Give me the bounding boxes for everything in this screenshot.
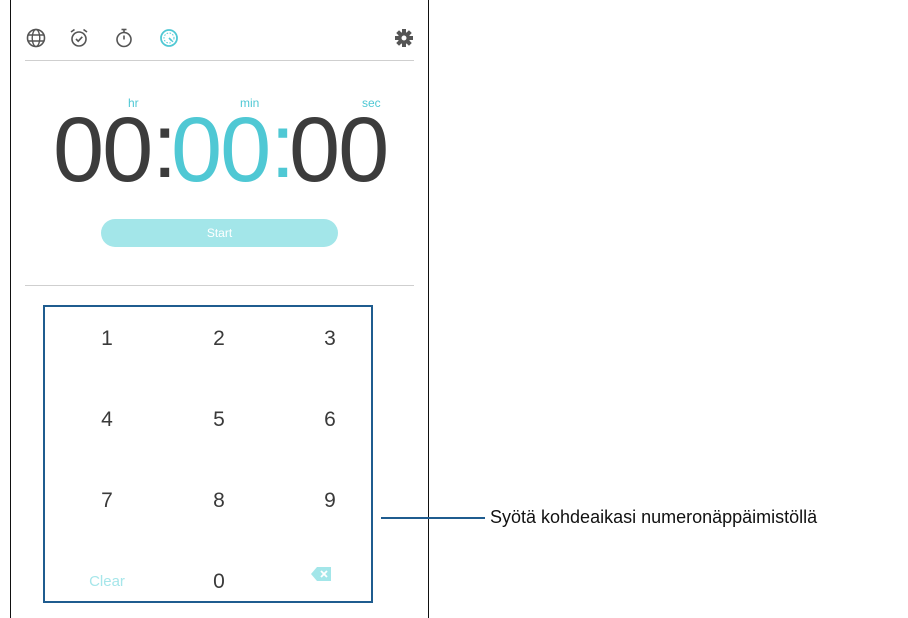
keypad-key-5[interactable]: 5 [179, 400, 259, 440]
seconds-field[interactable]: 00 [289, 100, 389, 200]
number-keypad: 1 2 3 4 5 6 7 8 9 Clear 0 [43, 305, 373, 603]
keypad-key-0[interactable]: 0 [179, 562, 259, 602]
clear-button[interactable]: Clear [67, 562, 147, 602]
timer-icon[interactable] [158, 27, 180, 49]
globe-icon[interactable] [25, 27, 47, 49]
callout-line [381, 517, 485, 519]
keypad-key-9[interactable]: 9 [290, 481, 370, 521]
stopwatch-icon[interactable] [113, 27, 135, 49]
keypad-key-2[interactable]: 2 [179, 319, 259, 359]
keypad-key-4[interactable]: 4 [67, 400, 147, 440]
top-divider [25, 60, 414, 61]
hours-field[interactable]: 00 [53, 100, 153, 200]
top-bar [11, 0, 428, 60]
keypad-key-7[interactable]: 7 [67, 481, 147, 521]
keypad-key-3[interactable]: 3 [290, 319, 370, 359]
start-button[interactable]: Start [101, 219, 338, 247]
backspace-icon[interactable] [311, 567, 331, 581]
minutes-field[interactable]: 00 [171, 100, 271, 200]
keypad-key-1[interactable]: 1 [67, 319, 147, 359]
keypad-key-8[interactable]: 8 [179, 481, 259, 521]
alarm-clock-icon[interactable] [68, 27, 90, 49]
timer-display: 00 : 00 : 00 [11, 100, 428, 200]
keypad-key-6[interactable]: 6 [290, 400, 370, 440]
callout-label: Syötä kohdeaikasi numeronäppäimistöllä [490, 507, 818, 527]
keypad-divider [25, 285, 414, 286]
gear-icon[interactable] [393, 27, 415, 49]
